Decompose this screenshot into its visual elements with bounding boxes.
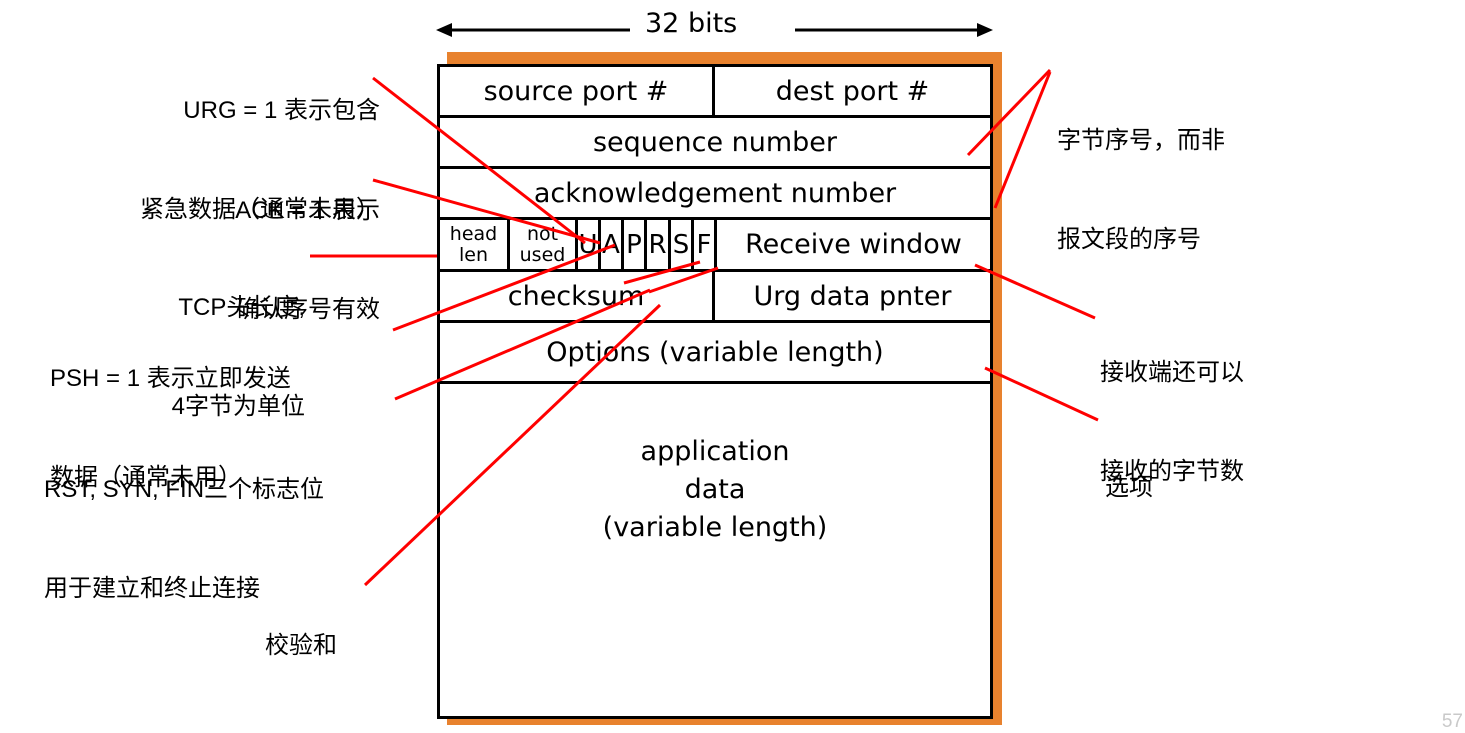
flag-label: P <box>626 229 642 260</box>
annotation-options: 选项 <box>1105 405 1255 570</box>
field-label-line2: used <box>519 243 566 266</box>
tcp-header-table: source port # dest port # sequence numbe… <box>437 64 993 719</box>
field-label: checksum <box>507 280 645 312</box>
table-row: acknowledgement number <box>440 169 990 220</box>
annotation-line1: 选项 <box>1105 474 1153 501</box>
table-row: head len not used U A P R S F Receive wi… <box>440 220 990 272</box>
flag-rst: R <box>647 220 671 269</box>
field-label: Urg data pnter <box>753 280 952 312</box>
flag-label: U <box>578 229 598 260</box>
field-not-used: not used <box>510 220 578 269</box>
field-head-len: head len <box>440 220 510 269</box>
page-number: 57 <box>1441 711 1463 732</box>
field-checksum: checksum <box>440 272 715 320</box>
field-sequence-number: sequence number <box>440 118 990 166</box>
annotation-line1: RST, SYN, FIN三个标志位 <box>44 476 325 503</box>
field-label: sequence number <box>592 126 838 158</box>
table-row: application data (variable length) <box>440 384 990 716</box>
annotation-line1: 字节序号，而非 <box>1057 127 1225 154</box>
flag-label: A <box>602 229 620 260</box>
flag-syn: S <box>671 220 694 269</box>
field-label-line1: head <box>449 222 498 245</box>
annotation-line1: URG = 1 表示包含 <box>183 97 380 124</box>
table-row: Options (variable length) <box>440 323 990 384</box>
field-label: Receive window <box>745 229 962 260</box>
flag-label: F <box>696 229 712 260</box>
flag-label: S <box>672 229 690 260</box>
field-label: source port # <box>483 75 669 107</box>
flag-label: R <box>648 229 667 260</box>
flag-fin: F <box>694 220 717 269</box>
field-label-line2: data <box>684 474 746 505</box>
annotation-checksum: 校验和 <box>265 563 415 728</box>
field-label-line3: (variable length) <box>602 512 828 543</box>
field-label-line1: application <box>640 436 790 467</box>
annotation-line2: 报文段的序号 <box>1057 226 1201 253</box>
field-application-data: application data (variable length) <box>440 384 990 716</box>
leader-ack-num <box>993 71 1052 209</box>
table-row: sequence number <box>440 118 990 169</box>
field-label-line2: len <box>458 243 488 266</box>
annotation-line1: PSH = 1 表示立即发送 <box>50 365 291 392</box>
bit-width-label: 32 bits <box>645 8 738 39</box>
field-urg-data-pointer: Urg data pnter <box>715 272 990 320</box>
field-label: Options (variable length) <box>546 336 884 368</box>
field-label-line1: not <box>526 222 559 245</box>
field-receive-window: Receive window <box>717 220 990 269</box>
annotation-line1: ACK = 1 表示 <box>235 197 380 224</box>
field-acknowledgement-number: acknowledgement number <box>440 169 990 217</box>
table-row: checksum Urg data pnter <box>440 272 990 323</box>
flag-psh: P <box>624 220 647 269</box>
field-source-port: source port # <box>440 67 715 115</box>
flag-urg: U <box>578 220 601 269</box>
flag-ack: A <box>601 220 624 269</box>
field-label: dest port # <box>775 75 930 107</box>
field-label: acknowledgement number <box>533 177 897 209</box>
annotation-line1: 校验和 <box>265 632 337 659</box>
annotation-seq-byte-number: 字节序号，而非 报文段的序号 <box>1057 58 1317 322</box>
field-dest-port: dest port # <box>715 67 990 115</box>
table-row: source port # dest port # <box>440 67 990 118</box>
field-options: Options (variable length) <box>440 323 990 381</box>
slide-canvas: 32 bits source port # dest port # sequen… <box>0 0 1465 733</box>
annotation-line1: 接收端还可以 <box>1100 359 1244 386</box>
